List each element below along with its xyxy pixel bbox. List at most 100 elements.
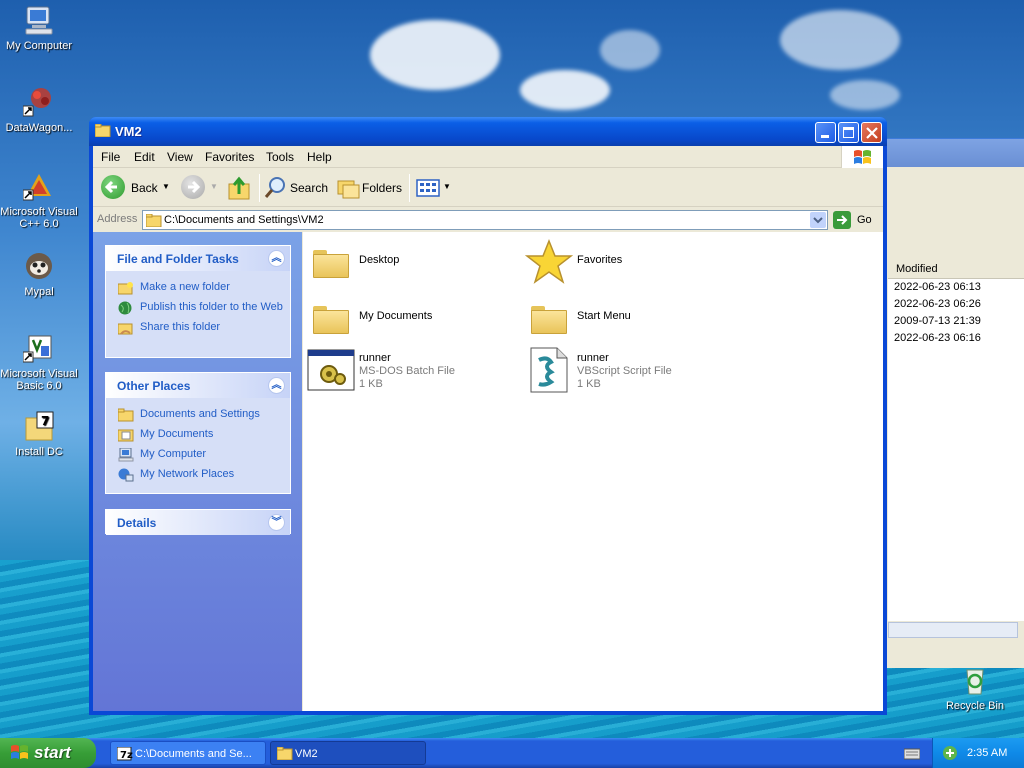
keyboard-icon[interactable] <box>903 746 921 763</box>
address-dropdown-button[interactable] <box>810 212 826 228</box>
back-dropdown-icon[interactable]: ▼ <box>162 182 170 191</box>
go-label: Go <box>857 214 872 226</box>
clock[interactable]: 2:35 AM <box>967 747 1007 759</box>
desktop-icon-datawagon[interactable]: DataWagon... <box>0 86 78 134</box>
search-button[interactable]: Search <box>263 174 329 202</box>
mypal-icon <box>23 250 55 282</box>
start-button[interactable]: start <box>0 738 96 768</box>
desktop-icon-visual-cpp[interactable]: Microsoft Visual C++ 6.0 <box>0 170 78 230</box>
folders-button[interactable]: Folders <box>336 174 402 202</box>
menu-edit[interactable]: Edit <box>134 150 155 164</box>
list-row[interactable]: 2022-06-23 06:26 <box>888 296 1024 313</box>
menu-help[interactable]: Help <box>307 150 332 164</box>
file-item-desktop[interactable]: Desktop <box>307 238 507 288</box>
place-documents-and-settings[interactable]: Documents and Settings <box>106 408 290 422</box>
sevenzip-icon: 7z <box>117 747 133 761</box>
panel-title: Details <box>117 516 157 530</box>
panel-header[interactable]: File and Folder Tasks ︽ <box>106 246 290 271</box>
taskbar: start 7z C:\Documents and Se... VM2 2:35… <box>0 738 1024 768</box>
back-button[interactable]: Back ▼ <box>97 174 171 202</box>
file-name: My Documents <box>359 310 433 322</box>
place-my-computer[interactable]: My Computer <box>106 447 290 462</box>
desktop-icon-label: Recycle Bin <box>945 700 1005 712</box>
back-label: Back <box>131 181 158 195</box>
views-button[interactable]: ▼ <box>415 174 453 202</box>
close-button[interactable] <box>861 122 882 143</box>
desktop-icon-label: DataWagon... <box>5 122 73 134</box>
star-icon <box>524 238 574 286</box>
desktop-icon-install-dc[interactable]: 7 Install DC <box>0 410 78 458</box>
desktop-icon-visual-basic[interactable]: Microsoft Visual Basic 6.0 <box>0 332 78 392</box>
visual-basic-icon <box>22 332 55 364</box>
minimize-icon <box>821 135 829 138</box>
desktop-icon-label: Mypal <box>24 286 54 298</box>
computer-icon <box>23 4 55 36</box>
file-item-start-menu[interactable]: Start Menu <box>525 294 725 344</box>
place-my-documents[interactable]: My Documents <box>106 428 290 442</box>
go-button[interactable]: Go <box>833 211 879 229</box>
search-label: Search <box>290 181 329 195</box>
folder-icon <box>94 123 111 138</box>
panel-header[interactable]: Other Places ︽ <box>106 373 290 398</box>
up-button[interactable] <box>227 174 253 202</box>
datawagon-icon <box>22 86 55 118</box>
list-row[interactable]: 2022-06-23 06:13 <box>888 279 1024 296</box>
go-arrow-icon <box>833 211 851 229</box>
visual-cpp-icon <box>22 170 55 202</box>
file-item-favorites[interactable]: Favorites <box>524 238 725 288</box>
computer-icon <box>118 447 134 462</box>
chevron-up-icon[interactable]: ︽ <box>268 377 285 394</box>
details-panel: Details ︾ <box>105 509 291 535</box>
forward-button[interactable]: ▼ <box>177 174 219 202</box>
network-tray-icon[interactable] <box>941 744 959 762</box>
menu-favorites[interactable]: Favorites <box>205 150 254 164</box>
my-documents-icon <box>117 428 134 442</box>
file-name: runner <box>577 352 609 364</box>
menu-view[interactable]: View <box>167 150 193 164</box>
menu-file[interactable]: File <box>101 150 120 164</box>
menu-bar: File Edit View Favorites Tools Help <box>93 146 883 168</box>
place-my-network-places[interactable]: My Network Places <box>106 468 290 482</box>
folder-icon <box>307 238 355 286</box>
background-window[interactable]: Modified 2022-06-23 06:13 2022-06-23 06:… <box>884 138 1024 668</box>
sevenzip-icon: 7 <box>23 410 55 442</box>
list-row[interactable]: 2009-07-13 21:39 <box>888 313 1024 330</box>
back-arrow-icon <box>101 175 125 199</box>
background-window-hscrollbar[interactable] <box>888 622 1018 638</box>
file-item-runner-vbs[interactable]: runner VBScript Script File 1 KB <box>525 346 725 396</box>
column-header-modified[interactable]: Modified <box>888 261 1024 279</box>
windows-logo-icon <box>841 146 883 168</box>
file-item-runner-bat[interactable]: runner MS-DOS Batch File 1 KB <box>307 346 507 396</box>
window-titlebar[interactable]: VM2 <box>89 117 887 146</box>
minimize-button[interactable] <box>815 122 836 143</box>
recycle-bin-icon <box>959 664 991 696</box>
task-make-new-folder[interactable]: Make a new folder <box>106 281 290 295</box>
desktop-icon-recycle-bin[interactable]: Recycle Bin <box>936 664 1014 712</box>
vbscript-file-icon <box>525 346 573 394</box>
chevron-down-icon[interactable]: ︾ <box>268 514 285 531</box>
list-row[interactable]: 2022-06-23 06:16 <box>888 330 1024 347</box>
file-item-my-documents[interactable]: My Documents <box>307 294 507 344</box>
maximize-button[interactable] <box>838 122 859 143</box>
task-share-folder[interactable]: Share this folder <box>106 321 290 335</box>
desktop-icon-mypal[interactable]: Mypal <box>0 250 78 298</box>
panel-header[interactable]: Details ︾ <box>106 510 290 535</box>
task-label: Share this folder <box>140 321 221 333</box>
views-icon <box>416 179 440 197</box>
file-type: VBScript Script File <box>577 365 672 377</box>
up-folder-icon <box>228 176 250 200</box>
task-pane: File and Folder Tasks ︽ Make a new folde… <box>93 232 302 711</box>
folder-icon <box>146 214 162 227</box>
globe-icon <box>118 301 134 315</box>
desktop-icon-my-computer[interactable]: My Computer <box>0 4 78 52</box>
task-publish-to-web[interactable]: Publish this folder to the Web <box>106 301 290 315</box>
address-input[interactable]: C:\Documents and Settings\VM2 <box>142 210 828 230</box>
taskbar-task-command-window[interactable]: 7z C:\Documents and Se... <box>110 741 266 765</box>
taskbar-task-vm2[interactable]: VM2 <box>270 741 426 765</box>
chevron-up-icon[interactable]: ︽ <box>268 250 285 267</box>
background-window-titlebar[interactable] <box>884 139 1024 167</box>
menu-tools[interactable]: Tools <box>266 150 294 164</box>
task-label: Publish this folder to the Web <box>140 301 283 313</box>
address-label: Address <box>97 213 138 225</box>
task-label: VM2 <box>295 748 318 760</box>
